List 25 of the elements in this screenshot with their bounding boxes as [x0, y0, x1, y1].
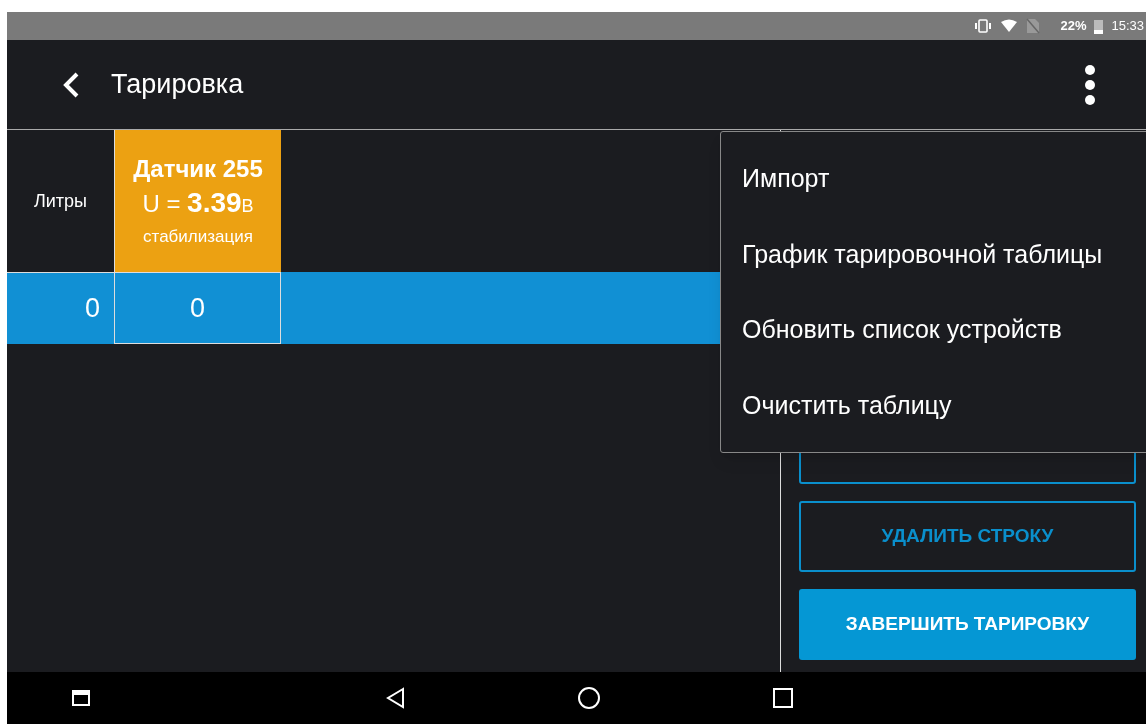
sensor-state: стабилизация [143, 225, 253, 248]
column-header: Литры [32, 189, 89, 213]
menu-item[interactable]: Обновить список устройств [721, 292, 1146, 368]
table-row[interactable]: 0 0 [7, 272, 720, 344]
vibrate-icon [974, 19, 993, 33]
battery-icon [1094, 18, 1104, 34]
no-sim-icon [1026, 18, 1041, 34]
screen-title: Тарировка [111, 68, 244, 102]
action-button[interactable]: УДАЛИТЬ СТРОКУ [799, 501, 1136, 572]
back-nav-icon[interactable] [385, 687, 405, 709]
wifi-icon [1000, 19, 1019, 33]
more-icon[interactable] [1084, 64, 1096, 105]
home-icon[interactable] [577, 686, 601, 710]
recent-apps-window-icon[interactable] [72, 690, 90, 706]
menu-item[interactable]: График тарировочной таблицы [721, 216, 1146, 292]
clock: 15:33 [1111, 17, 1144, 36]
back-icon[interactable] [62, 70, 80, 99]
table-cell: 0 [7, 272, 114, 344]
menu-item[interactable]: Импорт [721, 141, 1146, 217]
battery-percent: 22% [1060, 17, 1087, 36]
menu-item[interactable]: Очистить таблицу [721, 367, 1146, 443]
voltage-reading: U = 3.39В [142, 185, 254, 220]
table-cell: 0 [114, 272, 281, 344]
sensor-name: Датчик 255 [133, 153, 263, 184]
overview-icon[interactable] [773, 688, 793, 708]
